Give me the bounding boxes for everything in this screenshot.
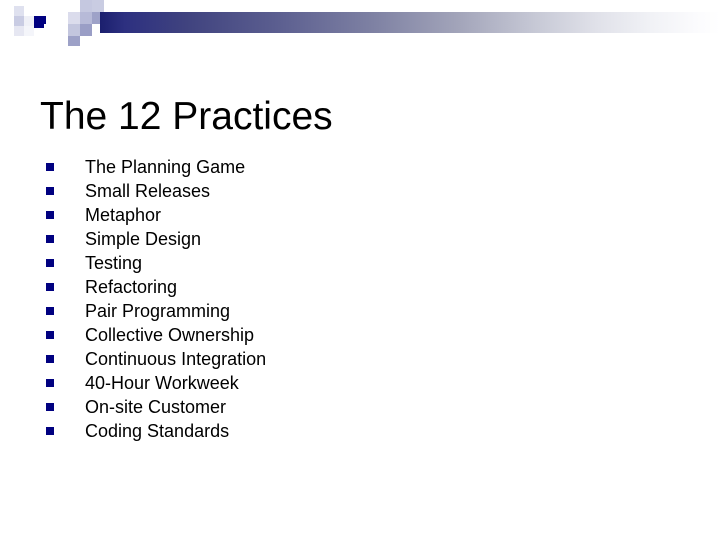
list-item-label: Testing: [85, 253, 143, 273]
decoration-square: [14, 16, 24, 26]
square-bullet-icon: [46, 235, 54, 243]
decoration-square: [68, 0, 80, 12]
list-item-label: Collective Ownership: [85, 325, 255, 345]
list-item-label: 40-Hour Workweek: [85, 373, 239, 393]
decoration-square: [24, 6, 34, 16]
decoration-square: [92, 12, 100, 24]
list-item: 40-Hour Workweek: [40, 371, 660, 395]
square-bullet-icon: [46, 427, 54, 435]
decoration-square: [56, 0, 68, 12]
list-item: Simple Design: [40, 227, 660, 251]
decoration-square: [56, 36, 68, 46]
square-bullet-icon: [46, 163, 54, 171]
decoration-square: [92, 0, 104, 12]
square-bullet-icon: [46, 307, 54, 315]
decoration-square: [68, 24, 80, 36]
list-item: Continuous Integration: [40, 347, 660, 371]
list-item: Metaphor: [40, 203, 660, 227]
list-item: Small Releases: [40, 179, 660, 203]
decoration-square: [68, 12, 80, 24]
list-item: Collective Ownership: [40, 323, 660, 347]
square-bullet-icon: [46, 331, 54, 339]
square-bullet-icon: [46, 259, 54, 267]
decoration-square: [24, 16, 34, 26]
decoration-square: [14, 6, 24, 16]
list-item-label: Simple Design: [85, 229, 202, 249]
square-bullet-icon: [46, 187, 54, 195]
decoration-square: [80, 36, 92, 46]
list-item: Testing: [40, 251, 660, 275]
list-item-label: On-site Customer: [85, 397, 227, 417]
slide-title: The 12 Practices: [40, 95, 333, 139]
decoration-square: [56, 24, 68, 36]
list-item-label: Coding Standards: [85, 421, 230, 441]
list-item: The Planning Game: [40, 155, 660, 179]
list-item: Pair Programming: [40, 299, 660, 323]
list-item-label: Continuous Integration: [85, 349, 267, 369]
square-bullet-icon: [46, 283, 54, 291]
list-item-label: Refactoring: [85, 277, 178, 297]
decoration-square: [68, 36, 80, 46]
decoration-square: [14, 26, 24, 36]
square-bullet-icon: [46, 211, 54, 219]
list-item-label: The Planning Game: [85, 157, 246, 177]
decoration-square: [80, 24, 92, 36]
square-bullet-icon: [46, 355, 54, 363]
decoration-square: [80, 0, 92, 12]
list-item: Coding Standards: [40, 419, 660, 443]
list-item-label: Pair Programming: [85, 301, 231, 321]
square-bullet-icon: [46, 379, 54, 387]
decoration-square: [56, 12, 68, 24]
list-item: Refactoring: [40, 275, 660, 299]
decoration-square: [0, 0, 14, 44]
header-decoration: [0, 0, 720, 48]
square-bullet-icon: [46, 403, 54, 411]
list-item: On-site Customer: [40, 395, 660, 419]
list-item-label: Metaphor: [85, 205, 162, 225]
gradient-banner-bar: [100, 12, 720, 33]
presentation-slide: The 12 Practices The Planning Game Small …: [0, 0, 720, 540]
list-item-label: Small Releases: [85, 181, 211, 201]
decoration-square: [44, 24, 56, 36]
decoration-square: [24, 26, 34, 36]
practices-list: The Planning Game Small Releases Metaphor S…: [40, 155, 660, 443]
decoration-square: [80, 12, 92, 24]
